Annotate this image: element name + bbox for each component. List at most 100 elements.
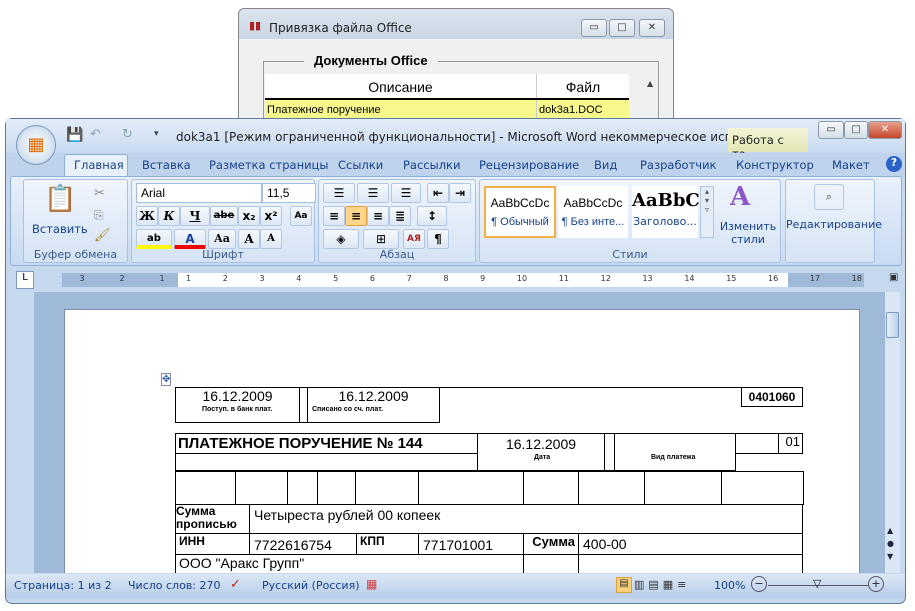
superscript-button[interactable]: x² (260, 206, 282, 226)
font-name-select[interactable]: Arial (136, 183, 262, 203)
find-icon[interactable]: ⌕ (814, 184, 844, 210)
macro-record-icon[interactable]: ▦ (366, 577, 377, 591)
document-title[interactable]: ПЛАТЕЖНОЕ ПОРУЧЕНИЕ № 144 (175, 433, 478, 454)
inn-value[interactable]: 7722616754 (249, 533, 357, 555)
column-header-file[interactable]: Файл (537, 74, 629, 98)
priority-code[interactable]: 01 (778, 433, 803, 454)
align-left-icon[interactable]: ≡ (323, 206, 345, 226)
strikethrough-button[interactable]: abe (210, 206, 238, 226)
styles-scroll[interactable]: ▴ ▾ ▿ (700, 186, 714, 238)
clear-formatting-icon[interactable]: Aa (290, 206, 312, 226)
date-debited-cell[interactable]: 16.12.2009 Списано со сч. плат. (307, 387, 440, 423)
zoom-out-icon[interactable]: − (751, 576, 767, 592)
underline-button[interactable]: Ч (180, 206, 210, 226)
grow-font-icon[interactable]: A (238, 229, 260, 249)
numbering-icon[interactable]: ☰ (357, 183, 389, 203)
scroll-thumb[interactable] (886, 312, 899, 338)
redo-icon[interactable]: ↻ (122, 127, 133, 142)
tab-layout[interactable]: Макет (832, 158, 870, 172)
minimize-button[interactable]: ▭ (581, 19, 607, 37)
format-painter-icon[interactable]: 🖌 (94, 228, 111, 243)
horizontal-ruler[interactable]: L 321 1 2 3 4 5 6 7 8 9 10 11 12 13 14 15 16 17 18 ▣ (14, 269, 898, 291)
table-cell[interactable] (287, 471, 318, 505)
style-normal[interactable]: AaBbCcDc ¶ Обычный (484, 186, 556, 238)
increase-indent-icon[interactable]: ⇥ (449, 183, 471, 203)
align-right-icon[interactable]: ≡ (367, 206, 389, 226)
show-marks-icon[interactable]: ¶ (427, 229, 449, 249)
restore-button[interactable]: □ (844, 121, 868, 139)
payer-name[interactable]: ООО "Аракс Групп" (175, 554, 524, 573)
shading-icon[interactable]: ◈ (323, 229, 359, 249)
tab-design[interactable]: Конструктор (736, 158, 814, 172)
kpp-value[interactable]: 771701001 (418, 533, 524, 555)
save-icon[interactable]: 💾 (66, 127, 83, 143)
scroll-up-icon[interactable]: ▲ (647, 79, 653, 88)
editing-button[interactable]: Редактирование (786, 218, 882, 231)
tab-view[interactable]: Вид (594, 158, 617, 172)
table-cell[interactable] (644, 471, 722, 505)
table-move-handle[interactable]: ✥ (161, 373, 172, 386)
zoom-level[interactable]: 100% (714, 579, 745, 592)
table-cell[interactable] (355, 471, 419, 505)
column-header-description[interactable]: Описание (265, 74, 537, 98)
close-button[interactable]: ✕ (868, 121, 902, 139)
justify-icon[interactable]: ≣ (389, 206, 411, 226)
table-cell[interactable] (523, 471, 579, 505)
date-cell[interactable]: 16.12.2009 Дата (477, 433, 605, 471)
word-count[interactable]: Число слов: 270 (128, 579, 221, 592)
tab-mailings[interactable]: Рассылки (403, 158, 460, 172)
tab-insert[interactable]: Вставка (142, 158, 191, 172)
subscript-button[interactable]: x₂ (238, 206, 260, 226)
table-row[interactable]: Платежное поручение dok3a1.DOC (265, 100, 629, 120)
zoom-slider-thumb[interactable]: ▽ (813, 577, 821, 590)
zoom-in-icon[interactable]: + (868, 576, 884, 592)
print-layout-icon[interactable]: ▤ (616, 577, 632, 593)
paste-icon[interactable]: 📋 (44, 184, 76, 214)
tab-review[interactable]: Рецензирование (479, 158, 579, 172)
sort-icon[interactable]: АЯ (403, 229, 425, 249)
table-cell[interactable] (175, 471, 236, 505)
style-heading[interactable]: AaBbC Заголово... (632, 186, 700, 238)
decrease-indent-icon[interactable]: ⇤ (427, 183, 449, 203)
table-cell[interactable] (721, 471, 804, 505)
tab-selector-icon[interactable]: L (16, 271, 34, 289)
multilevel-list-icon[interactable]: ☰ (391, 183, 421, 203)
close-button[interactable]: ✕ (639, 19, 665, 37)
tab-page-layout[interactable]: Разметка страницы (209, 158, 328, 172)
font-size-select[interactable]: 11,5 (262, 183, 316, 203)
help-icon[interactable]: ? (886, 156, 902, 172)
customize-qat-icon[interactable]: ▾ (154, 129, 159, 139)
table-cell[interactable] (578, 471, 645, 505)
align-center-icon[interactable]: ≡ (345, 206, 367, 226)
cut-icon[interactable]: ✂ (94, 186, 105, 201)
paste-button[interactable]: Вставить (32, 222, 88, 236)
document-page[interactable]: ✥ 16.12.2009 Поступ. в банк плат. 16.12.… (64, 309, 860, 573)
bullets-icon[interactable]: ☰ (323, 183, 355, 203)
vertical-scrollbar[interactable]: ▲ ● ▼ (884, 292, 900, 573)
amount-words[interactable]: Четыреста рублей 00 копеек (249, 504, 803, 534)
table-cell[interactable] (418, 471, 524, 505)
language[interactable]: Русский (Россия) (262, 579, 360, 592)
undo-icon[interactable]: ↶ (90, 127, 101, 142)
office-button[interactable]: ▦ (16, 125, 56, 165)
change-styles-button[interactable]: Изменить стили (718, 220, 778, 246)
minimize-button[interactable]: ▭ (818, 121, 844, 139)
italic-button[interactable]: К (158, 206, 180, 226)
style-no-spacing[interactable]: AaBbCcDc ¶ Без инте... (558, 186, 628, 238)
highlight-icon[interactable]: ab (136, 229, 172, 249)
maximize-button[interactable]: □ (609, 19, 635, 37)
spelling-check-icon[interactable]: ✓ (230, 577, 241, 592)
borders-icon[interactable]: ⊞ (363, 229, 399, 249)
view-ruler-icon[interactable]: ▣ (889, 272, 898, 283)
browse-buttons[interactable]: ▲ ● ▼ (887, 524, 894, 563)
table-tools-context-tab[interactable]: Работа с та... (728, 128, 808, 161)
tab-developer[interactable]: Разработчик (640, 158, 717, 172)
shrink-font-icon[interactable]: A (260, 229, 282, 249)
table-cell[interactable] (317, 471, 356, 505)
font-color-icon[interactable]: A (174, 229, 206, 249)
sum-value[interactable]: 400-00 (578, 533, 803, 555)
form-code[interactable]: 0401060 (741, 387, 803, 407)
bold-button[interactable]: Ж (136, 206, 158, 226)
page-count[interactable]: Страница: 1 из 2 (14, 579, 112, 592)
tab-references[interactable]: Ссылки (338, 158, 383, 172)
